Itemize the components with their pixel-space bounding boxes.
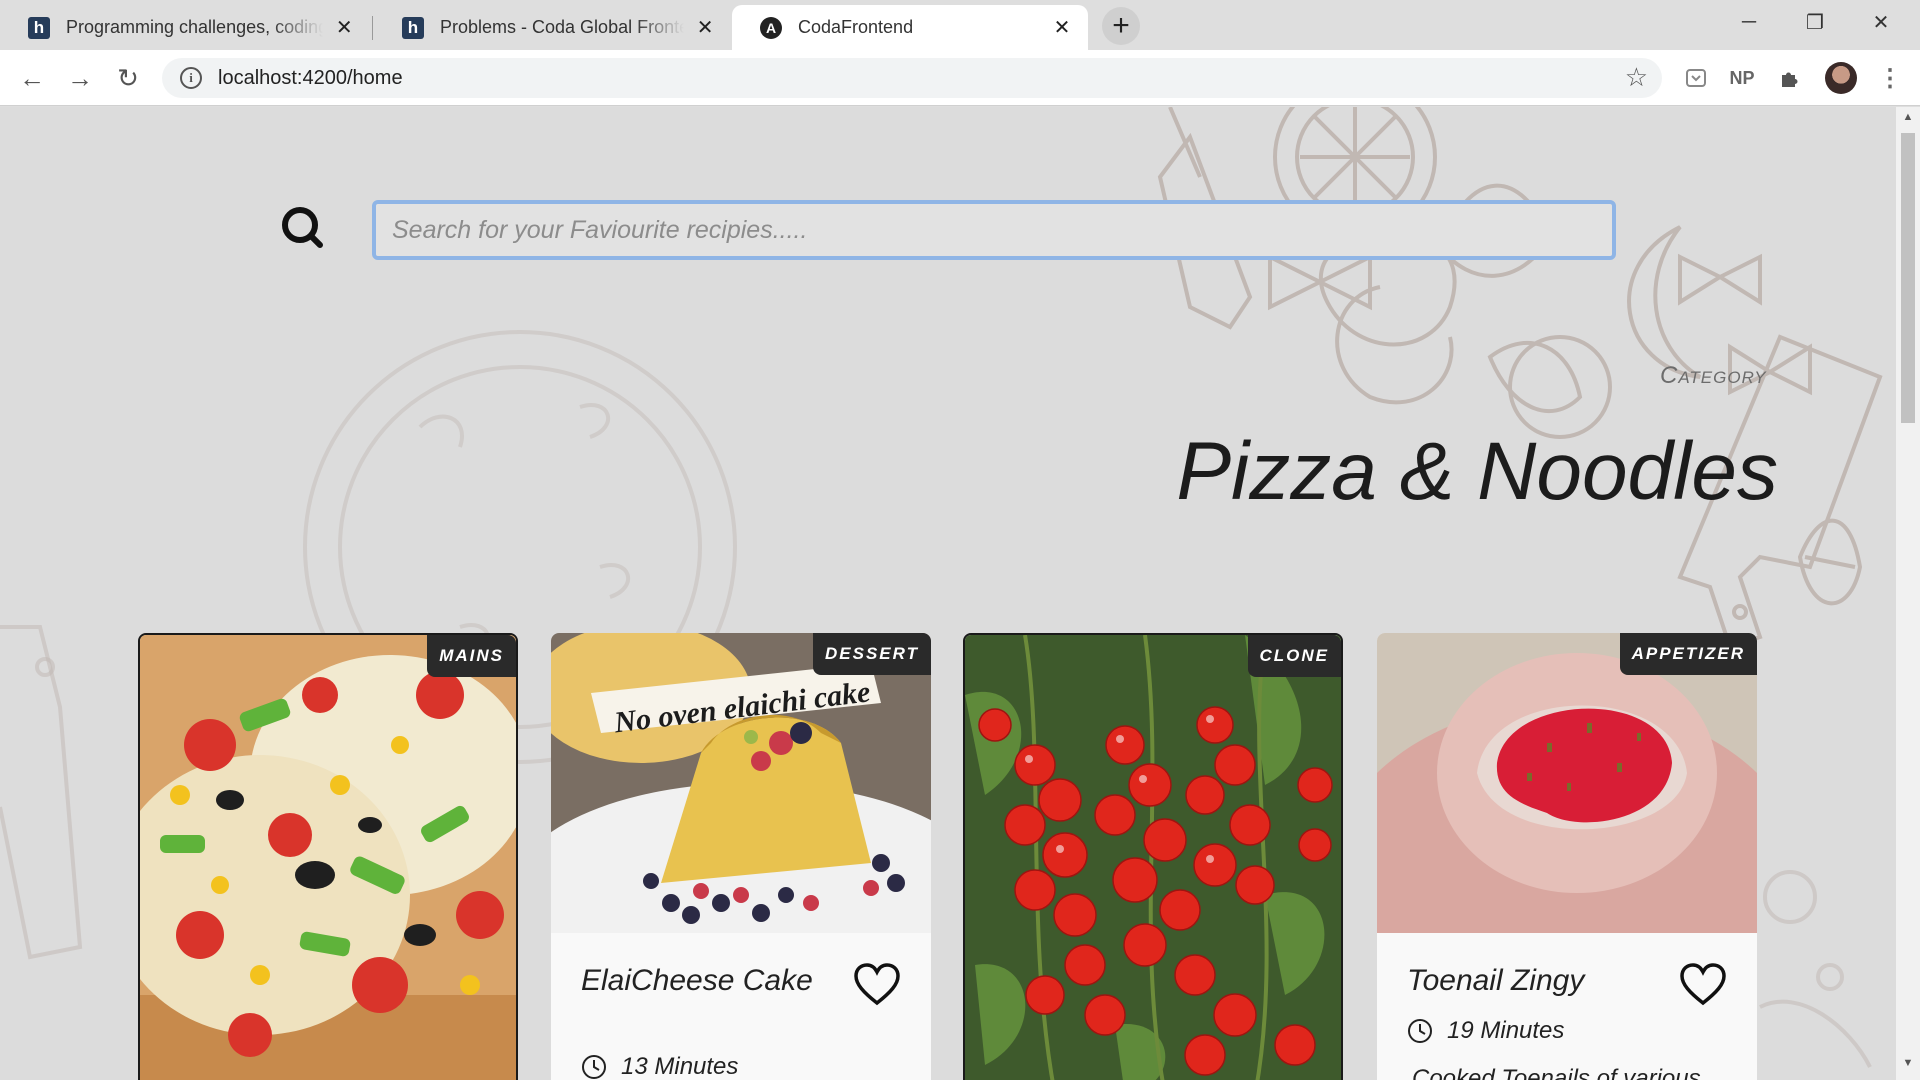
tab-programming-challenges[interactable]: h Programming challenges, coding ✕ bbox=[0, 5, 370, 50]
category-badge: MAINS bbox=[427, 635, 516, 677]
scrollbar-thumb[interactable] bbox=[1901, 133, 1915, 423]
arrow-right-icon: → bbox=[67, 62, 93, 93]
profile-avatar[interactable] bbox=[1825, 62, 1857, 94]
address-bar[interactable]: i localhost:4200/home ☆ bbox=[162, 58, 1662, 98]
category-badge: APPETIZER bbox=[1619, 633, 1757, 675]
tab-problems[interactable]: h Problems - Coda Global Frontend ✕ bbox=[374, 5, 730, 50]
pocket-icon bbox=[1686, 69, 1706, 87]
recipe-duration: 19 Minutes bbox=[1407, 1017, 1564, 1045]
extension-np-button[interactable]: NP bbox=[1724, 58, 1760, 98]
browser-toolbar: ← → ↻ i localhost:4200/home ☆ NP ⋮ bbox=[0, 50, 1920, 106]
recipe-photo-pizza bbox=[140, 635, 516, 1080]
extension-pocket-button[interactable] bbox=[1678, 58, 1714, 98]
back-button[interactable]: ← bbox=[12, 58, 52, 98]
clock-icon bbox=[582, 1055, 606, 1079]
scroll-up-icon[interactable]: ▲ bbox=[1896, 111, 1920, 123]
forward-button[interactable]: → bbox=[60, 58, 100, 98]
puzzle-icon bbox=[1782, 72, 1798, 87]
tab-title: Programming challenges, coding bbox=[66, 17, 323, 37]
tab-title: CodaFrontend bbox=[798, 17, 914, 37]
recipe-duration: 13 Minutes bbox=[581, 1053, 738, 1080]
new-tab-button[interactable]: + bbox=[1102, 7, 1140, 45]
tab-title: Problems - Coda Global Frontend bbox=[440, 17, 685, 37]
category-badge: DESSERT bbox=[813, 633, 931, 675]
clock-icon bbox=[1408, 1019, 1432, 1043]
recipe-name: ElaiCheese Cake bbox=[581, 964, 813, 997]
page-scrollbar[interactable]: ▲ ▼ bbox=[1896, 107, 1920, 1080]
close-tab-icon[interactable]: ✕ bbox=[333, 15, 356, 40]
close-window-button[interactable]: ✕ bbox=[1848, 0, 1914, 44]
duration-text: 19 Minutes bbox=[1447, 1017, 1565, 1044]
plus-icon: + bbox=[1112, 9, 1130, 42]
bookmark-star-icon[interactable]: ☆ bbox=[1625, 62, 1648, 93]
url-text: localhost:4200/home bbox=[218, 66, 403, 89]
category-label: Category bbox=[1660, 362, 1767, 389]
reload-icon: ↻ bbox=[117, 62, 139, 93]
recipe-description: Cooked Toenails of various bbox=[1412, 1065, 1701, 1080]
category-title: Pizza & Noodles bbox=[1176, 426, 1778, 517]
more-vertical-icon: ⋮ bbox=[1878, 64, 1902, 92]
reload-button[interactable]: ↻ bbox=[108, 58, 148, 98]
scroll-down-icon[interactable]: ▼ bbox=[1896, 1057, 1920, 1069]
browser-menu-button[interactable]: ⋮ bbox=[1872, 58, 1908, 98]
restore-icon: ❐ bbox=[1806, 11, 1824, 34]
close-tab-icon[interactable]: ✕ bbox=[1050, 15, 1074, 40]
recipe-photo-cake: No oven elaichi cake bbox=[551, 633, 931, 933]
minimize-icon: ─ bbox=[1741, 10, 1757, 33]
recipe-card-dessert[interactable]: No oven elaichi cake DESSERT ElaiCheese … bbox=[551, 633, 931, 1080]
site-info-icon[interactable]: i bbox=[180, 67, 202, 89]
recipe-card-clone[interactable]: CLONE bbox=[963, 633, 1343, 1080]
restore-button[interactable]: ❐ bbox=[1782, 0, 1848, 44]
page-content: Category Pizza & Noodles bbox=[0, 107, 1896, 1080]
heart-icon[interactable] bbox=[1679, 963, 1727, 1007]
recipe-card-mains[interactable]: MAINS bbox=[138, 633, 518, 1080]
recipe-card-appetizer[interactable]: APPETIZER Toenail Zingy 19 Minutes Cooke… bbox=[1377, 633, 1757, 1080]
heart-icon[interactable] bbox=[853, 963, 901, 1007]
recipe-photo-toenail bbox=[1377, 633, 1757, 933]
minimize-button[interactable]: ─ bbox=[1716, 0, 1782, 44]
tab-strip: h Programming challenges, coding ✕ h Pro… bbox=[0, 0, 1920, 50]
angular-favicon-icon: A bbox=[760, 16, 782, 39]
extensions-button[interactable] bbox=[1772, 58, 1808, 98]
hackerearth-favicon-icon: h bbox=[402, 16, 424, 39]
hackerearth-favicon-icon: h bbox=[28, 16, 50, 39]
search-icon[interactable] bbox=[280, 205, 324, 249]
close-icon: ✕ bbox=[1872, 11, 1890, 34]
arrow-left-icon: ← bbox=[19, 62, 45, 93]
close-tab-icon[interactable]: ✕ bbox=[694, 15, 716, 40]
tab-separator bbox=[372, 16, 373, 40]
duration-text: 13 Minutes bbox=[621, 1053, 739, 1080]
category-badge: CLONE bbox=[1247, 635, 1341, 677]
recipe-photo-tomatoes bbox=[965, 635, 1341, 1080]
recipe-search-input[interactable] bbox=[372, 200, 1616, 260]
tab-codafrontend[interactable]: A CodaFrontend ✕ bbox=[732, 5, 1088, 50]
recipe-name: Toenail Zingy bbox=[1407, 964, 1585, 997]
